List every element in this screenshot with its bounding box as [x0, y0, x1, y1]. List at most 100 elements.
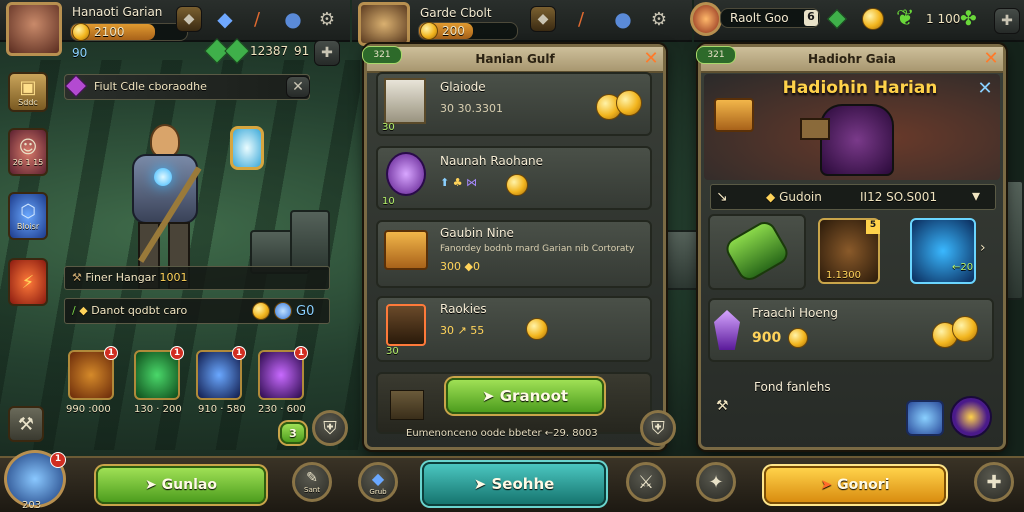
- footer-label: Fond fanlehs: [754, 380, 831, 394]
- sidebar-item-shield[interactable]: ⚡: [8, 258, 48, 306]
- close-icon[interactable]: ✕: [982, 50, 1000, 68]
- close-icon[interactable]: ✕: [642, 50, 660, 68]
- avatar-level: 203: [22, 500, 42, 511]
- item-card[interactable]: [910, 218, 976, 284]
- inventory-slot[interactable]: 1: [258, 346, 308, 400]
- arrow-icon: ➤: [145, 477, 157, 493]
- card-sub: Fanordey bodnb rnard Garian nib Cortorat…: [440, 244, 635, 254]
- sidebar-item-chest[interactable]: ▣ Sddc: [8, 72, 48, 112]
- player-name: Raolt Goo: [730, 11, 789, 25]
- inventory-slot[interactable]: 1: [134, 346, 184, 400]
- card-sub-value: 300 ◆0: [440, 260, 480, 273]
- hammer-button[interactable]: ⚒: [8, 406, 44, 442]
- sant-button[interactable]: ✎ Sant: [292, 462, 332, 502]
- card-sub: 30 ↗ 55: [440, 324, 485, 337]
- hammer-icon: ⚒: [17, 413, 35, 435]
- player-avatar[interactable]: [6, 2, 62, 56]
- inventory-slot[interactable]: 1: [196, 346, 246, 400]
- crystal-icon[interactable]: ◆: [212, 6, 238, 32]
- shield-icon: ⛨: [323, 417, 337, 439]
- shield-round-button[interactable]: ⛨: [640, 410, 676, 446]
- close-icon[interactable]: ✕: [976, 80, 994, 98]
- gonori-button[interactable]: ➤ Gonori: [764, 466, 946, 504]
- close-icon[interactable]: ✕: [286, 76, 310, 98]
- shield-round-button[interactable]: ⛨: [312, 410, 348, 446]
- green-badge-button[interactable]: 3: [280, 422, 306, 444]
- blue-coin-icon: [274, 302, 292, 320]
- item-value: 1.1300: [826, 270, 861, 281]
- gunlao-button[interactable]: ➤ Gunlao: [96, 466, 266, 504]
- hero-name: ⚒ Finer Hangar 1001: [72, 271, 188, 284]
- stone-ruin: [660, 230, 700, 290]
- grub-button[interactable]: ◆ Grub: [358, 462, 398, 502]
- card-badge: 30: [382, 122, 395, 133]
- sidebar-item-cube[interactable]: ⬡ Bloisr: [8, 192, 48, 240]
- selector-bar[interactable]: [710, 184, 996, 210]
- card-title: Glaiode: [440, 80, 486, 94]
- chevron-down-icon[interactable]: ▾: [972, 186, 980, 205]
- sword-icon[interactable]: /: [568, 6, 594, 32]
- player-name: Hanaoti Garian: [72, 5, 163, 19]
- reward-value: 900: [752, 330, 782, 346]
- orb-icon[interactable]: [950, 396, 992, 438]
- footer-text: Eumenonceno oode bbeter ←29. 8003: [406, 428, 598, 439]
- plus-icon[interactable]: ✚: [994, 8, 1020, 34]
- guild-panel-header: Hanian Gulf: [367, 47, 663, 73]
- shield-small-icon[interactable]: ●: [280, 6, 306, 32]
- seohhe-button[interactable]: ➤ Seohhe: [422, 462, 606, 506]
- header-tag: 321: [696, 46, 736, 64]
- coin-icon: [420, 22, 438, 40]
- ice-chest-icon[interactable]: [906, 400, 944, 436]
- quest-banner-text: Fiult Cdle cboraodhe: [94, 80, 207, 93]
- badge-icon[interactable]: ◆: [176, 6, 202, 32]
- hero-panel-header: Hadiohr Gaia: [701, 47, 1003, 73]
- badge-icon[interactable]: ◆: [530, 6, 556, 32]
- coin-icon: [788, 328, 808, 348]
- reward-title: Fraachi Hoeng: [752, 306, 838, 320]
- gear-icon[interactable]: ⚙: [314, 6, 340, 32]
- hero-portrait-icon: ☺: [18, 137, 38, 158]
- sidebar-item-hero[interactable]: ☺ 26 1 15: [8, 128, 48, 176]
- hammer-icon: [800, 118, 830, 140]
- feather-button[interactable]: ✦: [696, 462, 736, 502]
- puzzle-button[interactable]: ✚: [974, 462, 1014, 502]
- level-label: 90: [72, 46, 88, 60]
- cube-icon: ⬡: [20, 201, 36, 222]
- shield-icon: ⚡: [21, 271, 35, 293]
- coin-icon: [252, 302, 270, 320]
- card-title: Raokies: [440, 302, 487, 316]
- shield-small-icon[interactable]: ●: [610, 6, 636, 32]
- arrow-icon: ➤: [473, 475, 487, 493]
- plus-icon[interactable]: ✚: [314, 40, 340, 66]
- sword-icon[interactable]: /: [244, 6, 270, 32]
- staff-crystal-icon: [230, 126, 264, 170]
- swords-button[interactable]: ⚔: [626, 462, 666, 502]
- wing-icon: ↘: [716, 189, 728, 205]
- card-icons-row: ⬆ ♣ ⋈: [440, 176, 478, 189]
- player-level: 6: [804, 10, 818, 26]
- chevron-right-icon[interactable]: ›: [980, 240, 986, 256]
- inventory-slot[interactable]: 1: [68, 346, 118, 400]
- scroll-icon: ✎: [306, 470, 318, 486]
- chest-icon: ▣: [19, 77, 37, 98]
- player-avatar[interactable]: [690, 2, 722, 36]
- player-name: Garde Cbolt: [420, 6, 492, 20]
- gear-icon[interactable]: ⚙: [646, 6, 672, 32]
- leaf-icon: /: [72, 304, 76, 317]
- inventory-value: 990 :000: [66, 404, 111, 415]
- hero-subtitle-value: G0: [296, 304, 315, 319]
- clover-icon: ✤: [960, 6, 977, 30]
- header-tag: 321: [362, 46, 402, 64]
- granoot-button[interactable]: ➤ Granoot: [446, 378, 604, 414]
- crystal-chest-icon: [384, 78, 426, 124]
- item-value: ←20: [952, 262, 974, 273]
- dark-chest-icon: [386, 304, 426, 346]
- inventory-value: 230 · 600: [258, 404, 306, 415]
- coin-icon: [526, 318, 548, 340]
- card-sub: 30 30.3301: [440, 102, 503, 115]
- notification-badge: 1: [50, 452, 66, 468]
- card-title: Gaubin Nine: [440, 226, 514, 240]
- chest-icon: [390, 390, 424, 420]
- player-avatar[interactable]: [358, 2, 410, 46]
- coin-icon: [506, 174, 528, 196]
